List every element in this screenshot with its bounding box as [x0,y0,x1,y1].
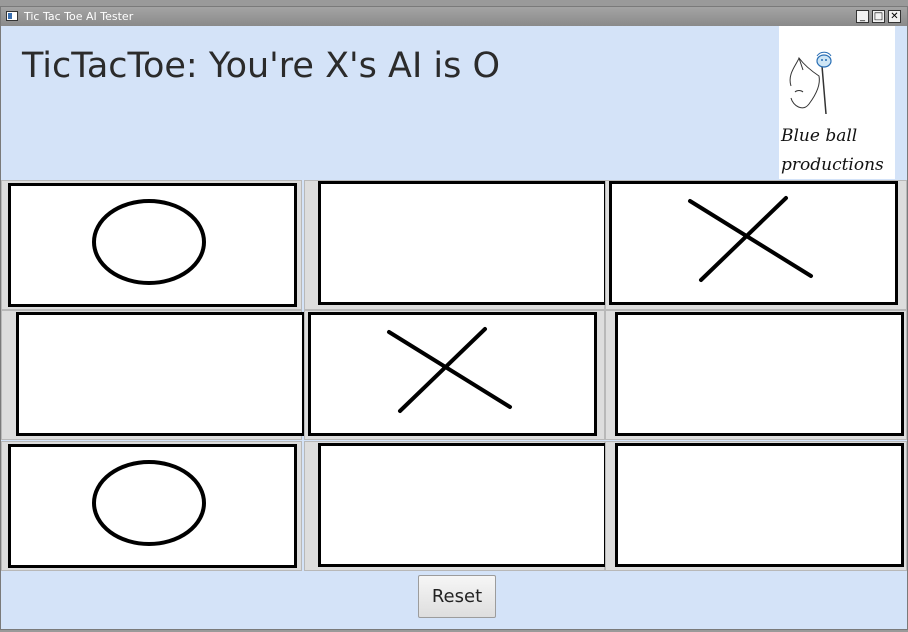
close-button[interactable]: ✕ [888,10,901,23]
page-title: TicTacToe: You're X's AI is O [22,46,501,86]
board-cell-r1-c2[interactable] [304,180,607,310]
cell-face [615,312,904,436]
cell-face [318,443,607,567]
cell-face [308,312,597,436]
cell-face [615,443,904,567]
logo-line-1: Blue ball [781,126,858,146]
x-mark-icon [688,196,813,282]
window-title: Tic Tac Toe AI Tester [24,10,134,23]
board-cell-r1-c3[interactable] [605,180,907,310]
logo: Blue ball productions [779,26,895,179]
o-mark-icon [92,199,206,285]
logo-text: Blue ball productions [781,122,884,180]
board-cell-r2-c3[interactable] [605,310,907,440]
board-cell-r2-c1[interactable] [1,310,305,440]
o-mark-icon [92,460,206,546]
cell-face [16,312,305,436]
board-cell-r1-c1[interactable] [1,180,302,310]
board-cell-r3-c1[interactable] [1,441,302,571]
wizard-sketch-icon [789,51,832,115]
board-cell-r3-c3[interactable] [605,441,907,571]
board-cell-r3-c2[interactable] [304,441,607,571]
cell-face [8,444,297,568]
board-cell-r2-c2[interactable] [304,310,605,440]
cell-face [609,181,898,305]
app-window-icon [6,11,18,21]
x-mark-icon [387,327,512,413]
logo-line-2: productions [781,155,884,175]
title-bar[interactable]: Tic Tac Toe AI Tester _ □ ✕ [1,7,907,26]
minimize-button[interactable]: _ [856,10,869,23]
app-window: Tic Tac Toe AI Tester _ □ ✕ TicTacToe: Y… [0,6,908,630]
cell-face [318,181,607,305]
cell-face [8,183,297,307]
reset-button[interactable]: Reset [418,575,496,618]
maximize-button[interactable]: □ [872,10,885,23]
